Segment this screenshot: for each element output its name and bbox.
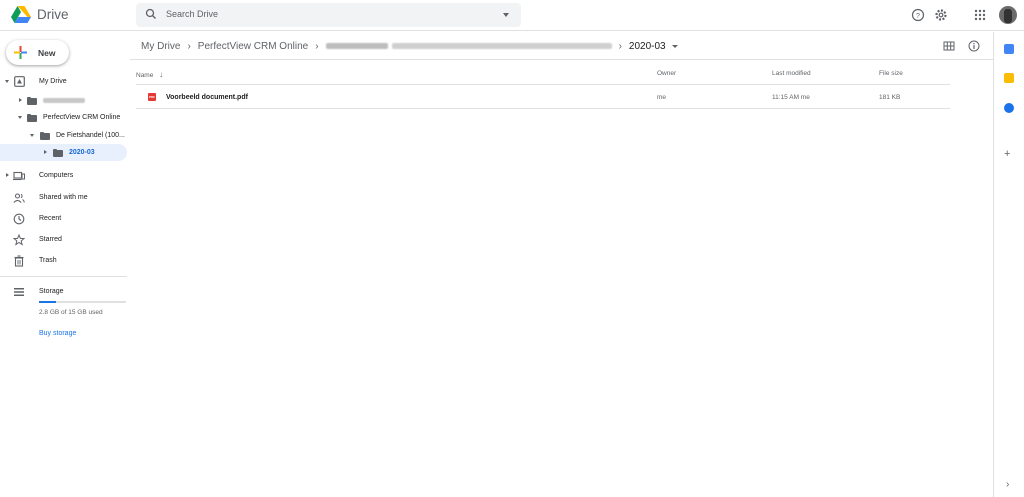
chevron-right-icon: › [187,40,191,52]
folder-menu-dropdown-icon[interactable] [671,44,678,48]
column-header-owner[interactable]: Owner [657,70,676,77]
sidebar-divider [0,276,127,277]
redacted-text [391,43,612,49]
expand-arrow-icon[interactable] [5,80,9,83]
file-name[interactable]: Voorbeeld document.pdf [166,94,248,101]
info-icon[interactable] [968,40,980,52]
chevron-right-icon: › [618,40,622,52]
search-icon[interactable] [145,8,157,20]
expand-arrow-icon[interactable] [44,150,47,154]
breadcrumb-perfectview[interactable]: PerfectView CRM Online [198,41,308,52]
calendar-icon[interactable] [1004,44,1014,54]
search-input[interactable]: Search Drive [166,9,218,19]
app-name: Drive [37,7,69,22]
pdf-icon: PDF [148,93,156,101]
buy-storage-link[interactable]: Buy storage [39,330,76,337]
sidebar-item-label: Computers [39,172,74,179]
sidebar-item-my-drive[interactable]: My Drive [0,73,127,90]
sidebar-item-label: My Drive [39,78,67,85]
expand-arrow-icon[interactable] [18,116,22,119]
sidebar-item-label: 2020-03 [69,149,95,156]
keep-icon[interactable] [1004,73,1014,83]
redacted-text [325,43,388,49]
sidebar-item-starred[interactable]: Starred [0,231,127,248]
file-size: 181 KB [879,94,901,101]
sidebar-item-perfectview[interactable]: PerfectView CRM Online [0,109,127,126]
new-button-label: New [38,48,56,58]
my-drive-icon [14,76,25,87]
sidebar-item-trash[interactable]: Trash [0,252,127,269]
chevron-right-icon[interactable]: › [1006,479,1009,490]
folder-icon [53,148,63,157]
clock-icon [13,213,25,225]
sidebar-item-label: Storage [39,288,64,295]
sidebar-item-storage[interactable]: Storage [0,283,127,300]
drive-logo-icon [11,6,31,23]
svg-text:?: ? [916,13,920,20]
plus-icon [14,46,27,59]
account-avatar[interactable] [999,6,1017,24]
storage-icon [14,288,24,296]
grid-view-icon[interactable] [943,40,955,52]
column-header-label: Name [136,72,154,79]
redacted-label [43,98,85,103]
search-options-icon[interactable] [503,13,509,17]
drive-logo[interactable]: Drive [11,6,69,23]
people-icon [13,193,25,203]
sidebar-item-fietshandel[interactable]: De Fietshandel (100... [0,127,127,144]
computer-icon [13,171,25,181]
chevron-right-icon: › [315,40,319,52]
star-icon [13,234,25,246]
help-icon[interactable]: ? [911,8,925,22]
sidebar-item-label: Shared with me [39,194,88,201]
breadcrumb-my-drive[interactable]: My Drive [141,41,180,52]
expand-arrow-icon[interactable] [19,98,22,102]
storage-used-text: 2.8 GB of 15 GB used [39,309,103,316]
expand-arrow-icon[interactable] [30,134,34,137]
folder-icon [40,131,50,140]
column-header-last-modified[interactable]: Last modified [772,70,811,77]
row-divider [136,108,950,109]
expand-arrow-icon[interactable] [6,173,9,177]
storage-usage-fill [39,301,56,303]
trash-icon [14,255,24,267]
sidebar-item-label: Trash [39,257,57,264]
column-header-name[interactable]: Name ↓ [136,70,163,79]
shared-folder-icon [27,96,37,105]
sidebar: New My Drive PerfectView CRM Online De F… [0,32,130,497]
sidebar-item-label: Starred [39,236,62,243]
apps-grid-icon[interactable] [973,8,987,22]
file-owner: me [657,94,667,101]
sidebar-item-shared-with-me[interactable]: Shared with me [0,189,127,206]
tasks-icon[interactable] [1004,103,1014,113]
sidebar-item-shared-folder[interactable] [0,92,127,109]
sidebar-item-label: Recent [39,215,62,222]
top-bar: Drive Search Drive ? [0,0,1024,31]
new-button[interactable]: New [6,40,69,65]
search-bar[interactable]: Search Drive [136,3,521,27]
sidebar-item-recent[interactable]: Recent [0,210,127,227]
sidebar-item-2020-03[interactable]: 2020-03 [0,144,127,161]
sidebar-item-computers[interactable]: Computers [0,167,127,184]
sidebar-item-label: PerfectView CRM Online [43,114,121,121]
header-divider [136,84,950,85]
folder-icon [27,113,37,122]
side-panel: + › [993,32,1024,497]
content-divider [130,59,993,60]
sidebar-item-label: De Fietshandel (100... [56,132,125,139]
storage-usage-bar [39,301,126,303]
sort-arrow-down-icon[interactable]: ↓ [159,70,163,79]
breadcrumb-current[interactable]: 2020-03 [629,41,666,52]
add-addon-icon[interactable]: + [1004,148,1010,160]
column-header-file-size[interactable]: File size [879,70,903,77]
breadcrumb: My Drive › PerfectView CRM Online › › 20… [141,39,678,53]
file-last-modified: 11:15 AM me [772,94,810,101]
breadcrumb-redacted-folder[interactable] [325,43,612,49]
settings-gear-icon[interactable] [934,8,948,22]
